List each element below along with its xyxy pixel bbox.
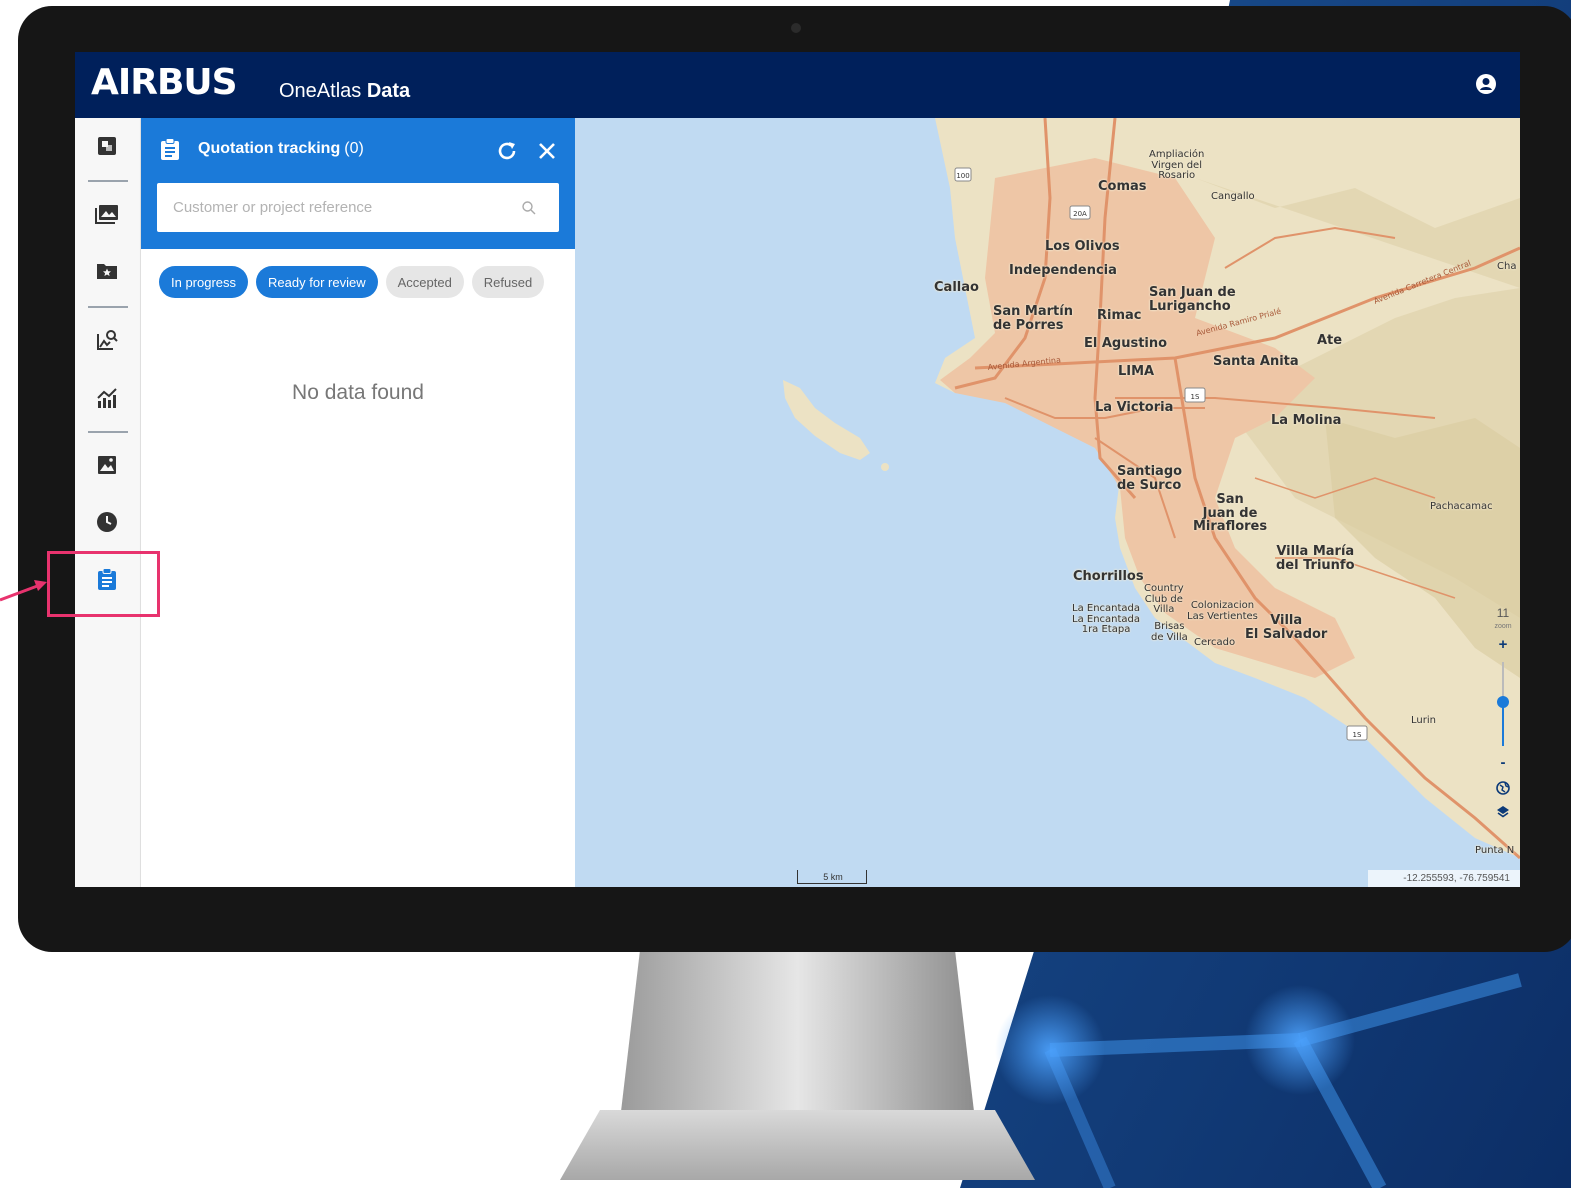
filter-accepted[interactable]: Accepted: [385, 266, 464, 298]
close-icon[interactable]: [536, 140, 558, 162]
map-label-santiago-surco: Santiago de Surco: [1117, 464, 1183, 493]
map-base: 100 20A 1S 1S Avenida Carretera Central …: [783, 118, 1520, 860]
sidebar-item-analytics[interactable]: [94, 385, 120, 411]
map-label-rimac: Rimac: [1097, 308, 1142, 323]
sidebar-item-history[interactable]: [94, 509, 120, 535]
search-input[interactable]: [157, 183, 517, 232]
map-label-la-encantada: La Encantada La Encantada 1ra Etapa: [1072, 603, 1141, 635]
zoom-level: 11: [1496, 606, 1510, 620]
map-label-callao: Callao: [934, 280, 979, 295]
map-label-country-club: Country Club de Villa: [1144, 583, 1184, 615]
status-filters: In progress Ready for review Accepted Re…: [159, 266, 545, 298]
favorites-folder-icon: [97, 264, 117, 279]
map-label-santa-anita: Santa Anita: [1213, 354, 1299, 369]
sidebar-item-map-selection[interactable]: [94, 133, 120, 159]
sidebar-item-images[interactable]: [94, 452, 120, 478]
zoom-slider-handle[interactable]: [1497, 696, 1509, 708]
layers-icon[interactable]: [1496, 805, 1510, 819]
imagery-gallery-icon: [95, 205, 118, 224]
map-selection-icon: [98, 137, 116, 155]
product-name: OneAtlas Data: [279, 80, 410, 103]
annotation-highlight-box: [47, 551, 160, 617]
zoom-slider-fill: [1502, 702, 1504, 746]
map-view[interactable]: 100 20A 1S 1S Avenida Carretera Central …: [575, 118, 1520, 887]
image-icon: [98, 456, 116, 474]
map-label-chorrillos: Chorrillos: [1073, 569, 1144, 584]
sidebar-item-favorites[interactable]: [94, 258, 120, 284]
user-account-icon[interactable]: [1475, 73, 1497, 95]
cursor-coordinates: -12.255593, -76.759541: [1368, 870, 1520, 887]
product-suffix: Data: [366, 80, 411, 102]
map-label-los-olivos: Los Olivos: [1045, 239, 1120, 254]
sidebar-item-imagery[interactable]: [94, 201, 120, 227]
sidebar: [75, 118, 141, 887]
map-label-san-martin: San Martín de Porres: [993, 304, 1073, 333]
globe-icon[interactable]: [1496, 781, 1510, 795]
map-label-brisas: Brisas de Villa: [1151, 621, 1188, 643]
panel-header: Quotation tracking (0): [141, 118, 575, 249]
filter-in-progress[interactable]: In progress: [159, 266, 249, 298]
map-label-villa-maria: Villa María del Triunfo: [1276, 544, 1355, 573]
route-shield-1s: 1S: [1191, 393, 1200, 401]
map-label-san-juan-miraflores: San Juan de Miraflores: [1193, 492, 1268, 535]
route-shield-1s-south: 1S: [1353, 731, 1362, 739]
airbus-logo: AIRBUS: [91, 62, 238, 103]
search-icon[interactable]: [521, 200, 537, 216]
webcam: [791, 23, 801, 33]
clipboard-icon: [161, 138, 179, 160]
scale-bar: 5 km: [797, 870, 867, 884]
map-label-ampliacion: Ampliación Virgen del Rosario: [1149, 149, 1205, 181]
refresh-icon[interactable]: [496, 140, 518, 162]
map-label-villa-el-salvador: Villa El Salvador: [1245, 613, 1328, 642]
sidebar-divider: [88, 306, 128, 308]
map-label-la-victoria: La Victoria: [1095, 400, 1174, 415]
search-box: [157, 183, 559, 232]
quotation-tracking-panel: Quotation tracking(0) In progress Ready …: [141, 118, 575, 887]
panel-title: Quotation tracking (0): [198, 140, 364, 158]
empty-state-message: No data found: [292, 381, 424, 404]
zoom-caption: zoom: [1494, 623, 1512, 630]
route-shield-100: 100: [956, 172, 969, 180]
product-prefix: OneAtlas: [279, 80, 362, 102]
sidebar-divider: [88, 431, 128, 433]
annotation-arrow: [0, 580, 47, 602]
history-clock-icon: [97, 512, 117, 532]
image-search-icon: [97, 330, 118, 350]
sidebar-divider: [88, 180, 128, 182]
map-label-lima: LIMA: [1118, 364, 1155, 379]
result-count: (0): [344, 140, 364, 157]
top-bar: AIRBUS OneAtlas Data: [75, 52, 1520, 118]
filter-ready-for-review[interactable]: Ready for review: [256, 266, 378, 298]
panel-title-text: Quotation tracking: [198, 140, 341, 157]
map-label-punta: Punta N: [1475, 845, 1515, 856]
map-label-comas: Comas: [1098, 179, 1147, 194]
map-label-cha: Cha: [1497, 261, 1517, 272]
sidebar-item-image-search[interactable]: [94, 327, 120, 353]
map-label-cercado: Cercado: [1194, 637, 1236, 648]
map-label-el-agustino: El Agustino: [1084, 336, 1168, 351]
route-shield-20a: 20A: [1073, 210, 1087, 218]
map-label-pachacamac: Pachacamac: [1430, 501, 1493, 512]
filter-refused[interactable]: Refused: [471, 266, 545, 298]
map-label-cangallo: Cangallo: [1211, 191, 1255, 202]
zoom-out-button[interactable]: -: [1496, 754, 1510, 771]
map-label-ate: Ate: [1317, 333, 1343, 348]
zoom-in-button[interactable]: +: [1496, 636, 1510, 653]
map-label-la-molina: La Molina: [1271, 413, 1342, 428]
map-label-independencia: Independencia: [1009, 263, 1117, 278]
map-label-lurin: Lurin: [1411, 715, 1436, 726]
analytics-icon: [97, 388, 117, 408]
map-label-san-juan-lurigancho: San Juan de Lurigancho: [1149, 285, 1236, 314]
scale-label: 5 km: [823, 872, 843, 882]
app-screen: AIRBUS OneAtlas Data Quotation tracking …: [75, 52, 1520, 887]
